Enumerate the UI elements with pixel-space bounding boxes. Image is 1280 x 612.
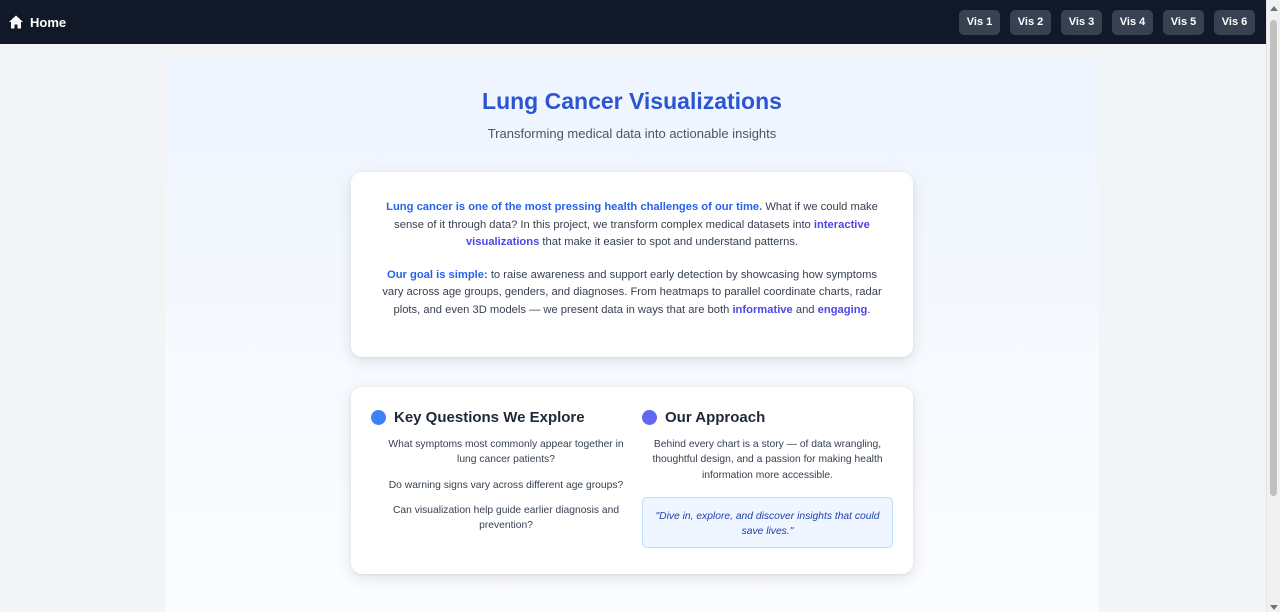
intro-text-1-end: that make it easier to spot and understa… <box>539 236 799 249</box>
approach-header: Our Approach <box>642 409 893 426</box>
page-subtitle: Transforming medical data into actionabl… <box>487 126 777 141</box>
top-navbar: Home Vis 1 Vis 2 Vis 3 Vis 4 Vis 5 Vis 6 <box>0 0 1266 44</box>
questions-approach-card: Key Questions We Explore What symptoms m… <box>351 387 913 574</box>
page-scrollbar[interactable] <box>1266 0 1280 612</box>
purple-dot-icon <box>642 410 657 425</box>
intro-highlight-engaging: engaging <box>817 303 868 316</box>
intro-text-2-and: and <box>792 303 818 316</box>
key-questions-column: Key Questions We Explore What symptoms m… <box>371 409 626 533</box>
intro-strong-1: Lung cancer is one of the most pressing … <box>386 201 763 213</box>
page-title: Lung Cancer Visualizations <box>482 88 782 114</box>
vis-1-button[interactable]: Vis 1 <box>959 9 1000 35</box>
scroll-down-arrow-icon[interactable] <box>1270 605 1278 610</box>
question-item: Do warning signs vary across different a… <box>388 479 624 491</box>
approach-text: Behind every chart is a story — of data … <box>652 439 883 481</box>
vis-2-button[interactable]: Vis 2 <box>1010 9 1051 35</box>
intro-card: Lung cancer is one of the most pressing … <box>351 172 913 357</box>
vis-4-button[interactable]: Vis 4 <box>1112 9 1153 35</box>
intro-paragraph-2: Our goal is simple: to raise awareness a… <box>377 267 887 320</box>
approach-quote: "Dive in, explore, and discover insights… <box>642 496 893 548</box>
vis-3-button[interactable]: Vis 3 <box>1061 9 1102 35</box>
key-questions-list: What symptoms most commonly appear toget… <box>371 437 626 533</box>
vis-nav-buttons: Vis 1 Vis 2 Vis 3 Vis 4 Vis 5 Vis 6 <box>959 9 1255 35</box>
question-item: What symptoms most commonly appear toget… <box>388 439 624 466</box>
vis-5-button[interactable]: Vis 5 <box>1163 9 1204 35</box>
home-link[interactable]: Home <box>8 14 66 30</box>
intro-strong-2: Our goal is simple: <box>387 268 488 281</box>
scroll-thumb[interactable] <box>1270 20 1277 496</box>
vis-6-button[interactable]: Vis 6 <box>1214 9 1255 35</box>
approach-column: Our Approach Behind every chart is a sto… <box>642 409 893 548</box>
blue-dot-icon <box>371 410 386 425</box>
main-content: Lung Cancer Visualizations Transforming … <box>165 58 1099 612</box>
scroll-up-arrow-icon[interactable] <box>1270 6 1278 11</box>
home-label: Home <box>30 14 67 30</box>
home-icon <box>8 14 24 30</box>
key-questions-header: Key Questions We Explore <box>371 409 626 426</box>
key-questions-title: Key Questions We Explore <box>394 409 585 426</box>
intro-highlight-informative: informative <box>732 303 793 316</box>
intro-text-2-end: . <box>867 303 871 316</box>
question-item: Can visualization help guide earlier dia… <box>392 504 620 532</box>
approach-title: Our Approach <box>665 409 766 426</box>
intro-paragraph-1: Lung cancer is one of the most pressing … <box>377 199 887 252</box>
